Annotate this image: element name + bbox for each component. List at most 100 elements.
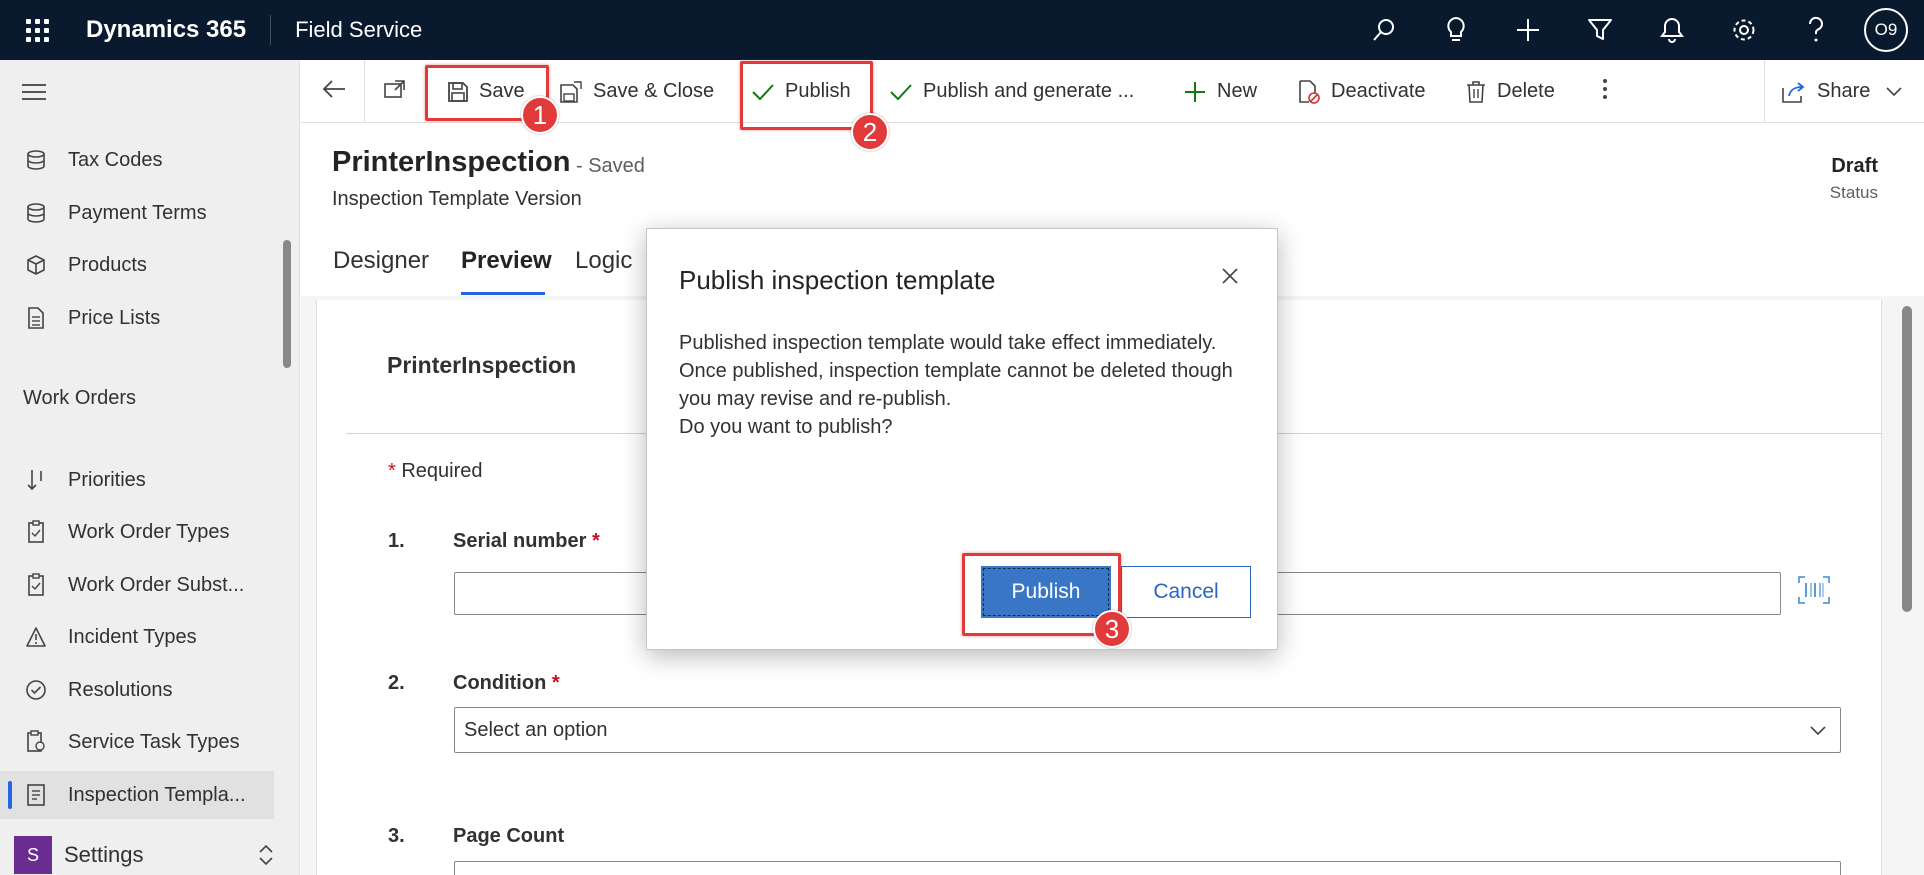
sitemap-navigation: Tax Codes Payment Terms Products Price L…	[0, 60, 300, 875]
question-label-condition: Condition *	[453, 672, 560, 694]
tab-logic[interactable]: Logic	[575, 247, 632, 275]
filter-icon[interactable]	[1564, 0, 1636, 60]
sidebar-item-label: Resolutions	[68, 678, 173, 701]
share-icon	[1781, 80, 1807, 104]
condition-select[interactable]: Select an option	[454, 707, 1841, 753]
more-vertical-icon	[1601, 77, 1609, 107]
checklist-icon	[0, 783, 68, 807]
user-avatar[interactable]: O9	[1864, 8, 1908, 52]
sidebar-item-label: Work Order Types	[68, 520, 230, 543]
back-arrow-icon	[321, 78, 347, 106]
cube-icon	[0, 254, 68, 276]
gear-icon[interactable]	[1708, 0, 1780, 60]
cancel-button[interactable]: Cancel	[1121, 566, 1251, 618]
clipboard-icon	[0, 573, 68, 597]
sidebar-item-label: Work Order Subst...	[68, 573, 245, 596]
area-badge: S	[14, 836, 52, 874]
more-commands-button[interactable]	[1601, 60, 1609, 123]
chevron-down-icon	[1808, 720, 1828, 746]
search-icon[interactable]	[1348, 0, 1420, 60]
sidebar-scrollbar[interactable]	[283, 240, 291, 368]
brand-name[interactable]: Dynamics 365	[74, 15, 272, 45]
sidebar-item-work-order-types[interactable]: Work Order Types	[0, 508, 274, 556]
clipboard-gear-icon	[0, 730, 68, 754]
trash-icon	[1465, 80, 1487, 104]
area-switcher[interactable]: S Settings	[0, 832, 300, 875]
sidebar-section-title: Work Orders	[23, 387, 136, 409]
sort-icon	[0, 468, 68, 492]
bell-icon[interactable]	[1636, 0, 1708, 60]
chevron-up-down-icon	[256, 842, 276, 873]
tab-preview[interactable]: Preview	[461, 247, 552, 275]
share-button[interactable]: Share	[1781, 60, 1902, 123]
database-icon	[0, 149, 68, 171]
back-button[interactable]	[321, 60, 347, 123]
page-count-input[interactable]	[454, 861, 1841, 875]
question-number: 3.	[388, 825, 405, 847]
question-label-page-count: Page Count	[453, 825, 565, 847]
plus-icon[interactable]	[1492, 0, 1564, 60]
new-button[interactable]: New	[1183, 60, 1257, 123]
clipboard-icon	[0, 520, 68, 544]
warning-icon	[0, 626, 68, 648]
callout-highlight-publish	[740, 61, 873, 130]
sidebar-item-service-task-types[interactable]: Service Task Types	[0, 718, 274, 766]
callout-number: 1	[521, 96, 559, 134]
record-title: PrinterInspection	[332, 146, 571, 178]
sidebar-item-label: Inspection Templa...	[68, 783, 246, 806]
sidebar-item-resolutions[interactable]: Resolutions	[0, 666, 274, 714]
save-status: - Saved	[576, 155, 645, 177]
delete-button[interactable]: Delete	[1465, 60, 1555, 123]
chevron-down-icon	[1886, 80, 1902, 103]
app-name[interactable]: Field Service	[271, 17, 422, 43]
sidebar-item-label: Products	[68, 253, 147, 276]
open-in-new-window-button[interactable]	[383, 60, 407, 123]
sidebar-item-label: Service Task Types	[68, 730, 240, 753]
dialog-message: Published inspection template would take…	[679, 332, 1233, 438]
entity-name: Inspection Template Version	[332, 188, 582, 210]
close-icon[interactable]	[1217, 263, 1243, 289]
sidebar-item-inspection-templates[interactable]: Inspection Templa...	[0, 771, 274, 819]
sidebar-item-work-order-substatus[interactable]: Work Order Subst...	[0, 561, 274, 609]
required-legend: * Required	[388, 460, 483, 482]
status-value: Draft	[1831, 155, 1878, 177]
tab-designer[interactable]: Designer	[333, 247, 429, 275]
help-icon[interactable]	[1780, 0, 1852, 60]
content-scrollbar[interactable]	[1902, 306, 1912, 612]
callout-number: 2	[851, 113, 889, 151]
question-number: 2.	[388, 672, 405, 694]
checkmark-icon	[889, 82, 913, 102]
deactivate-icon	[1297, 79, 1321, 105]
area-label: Settings	[64, 842, 144, 867]
lightbulb-icon[interactable]	[1420, 0, 1492, 60]
sidebar-item-products[interactable]: Products	[0, 241, 274, 289]
sidebar-item-price-lists[interactable]: Price Lists	[0, 294, 274, 342]
check-circle-icon	[0, 679, 68, 701]
top-navigation-bar: Dynamics 365 Field Service O9	[0, 0, 1924, 60]
sidebar-item-label: Payment Terms	[68, 201, 207, 224]
sidebar-item-tax-codes[interactable]: Tax Codes	[0, 136, 274, 184]
barcode-scan-icon[interactable]	[1797, 575, 1831, 610]
sidebar-item-incident-types[interactable]: Incident Types	[0, 613, 274, 661]
save-and-close-button[interactable]: Save & Close	[559, 60, 714, 123]
active-tab-indicator	[461, 292, 545, 295]
popout-icon	[383, 78, 407, 106]
dialog-title: Publish inspection template	[679, 265, 996, 295]
sidebar-item-label: Tax Codes	[68, 148, 163, 171]
sidebar-item-label: Price Lists	[68, 306, 161, 329]
document-icon	[0, 306, 68, 330]
deactivate-button[interactable]: Deactivate	[1297, 60, 1426, 123]
database-icon	[0, 202, 68, 224]
app-launcher-icon[interactable]	[0, 0, 74, 60]
hamburger-menu-icon[interactable]	[22, 84, 46, 105]
sidebar-item-priorities[interactable]: Priorities	[0, 456, 274, 504]
sidebar-item-label: Incident Types	[68, 625, 197, 648]
inspection-name: PrinterInspection	[387, 352, 577, 378]
plus-icon	[1183, 80, 1207, 104]
question-number: 1.	[388, 530, 405, 552]
sidebar-item-label: Priorities	[68, 468, 146, 491]
save-close-icon	[559, 80, 583, 104]
publish-and-generate-button[interactable]: Publish and generate ...	[889, 60, 1134, 123]
question-label-serial-number: Serial number *	[453, 530, 600, 552]
sidebar-item-payment-terms[interactable]: Payment Terms	[0, 189, 274, 237]
